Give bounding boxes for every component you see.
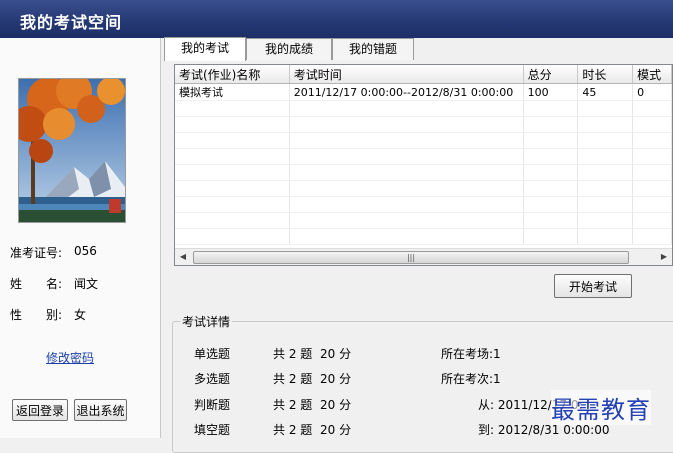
horizontal-scrollbar[interactable]: ◀ ||| ▶ — [175, 248, 672, 265]
watermark: 最需教育 — [551, 390, 651, 425]
table-row[interactable]: 模拟考试 2011/12/17 0:00:00--2012/8/31 0:00:… — [175, 83, 672, 101]
table-cell: 0 — [632, 83, 672, 101]
id-label: 准考证号: — [10, 246, 63, 260]
scroll-grip: ||| — [406, 253, 416, 262]
question-score: 20 分 — [320, 372, 352, 386]
question-count: 共 2 题 — [273, 372, 313, 386]
exam-room: 所在考场:1 — [441, 347, 501, 361]
profile-panel: 准考证号: 056 姓 名: 闻文 性 别: 女 修改密码 返回登录 退出系统 — [0, 38, 161, 438]
question-score: 20 分 — [320, 398, 352, 412]
table-cell: 45 — [577, 83, 634, 101]
change-password-link[interactable]: 修改密码 — [46, 349, 94, 366]
question-score: 20 分 — [320, 347, 352, 361]
gender-label: 性 别: — [10, 308, 63, 322]
question-count: 共 2 题 — [273, 423, 313, 437]
exam-details-title: 考试详情 — [180, 313, 233, 330]
question-type: 填空题 — [194, 423, 231, 437]
exam-list-table: 考试(作业)名称 考试时间 总分 时长 模式 模拟考试 2011/12/17 0… — [174, 64, 673, 266]
question-type: 判断题 — [194, 398, 231, 412]
question-type: 单选题 — [194, 347, 231, 361]
tab-my-exams[interactable]: 我的考试 — [164, 37, 246, 61]
question-count: 共 2 题 — [273, 398, 313, 412]
tab-my-scores[interactable]: 我的成绩 — [246, 38, 332, 60]
scroll-thumb[interactable]: ||| — [193, 251, 629, 264]
column-header[interactable]: 时长 — [577, 65, 634, 84]
name-value: 闻文 — [74, 277, 99, 291]
autumn-landscape-image — [19, 79, 125, 222]
column-header[interactable]: 总分 — [523, 65, 579, 84]
gender-value: 女 — [74, 308, 87, 322]
id-value: 056 — [74, 244, 97, 258]
column-header[interactable]: 考试时间 — [289, 65, 524, 84]
question-count: 共 2 题 — [273, 347, 313, 361]
name-label: 姓 名: — [10, 277, 63, 291]
scroll-right-icon[interactable]: ▶ — [658, 251, 670, 263]
scroll-left-icon[interactable]: ◀ — [177, 251, 189, 263]
exam-session: 所在考次:1 — [441, 372, 501, 386]
title-bar: 我的考试空间 — [0, 0, 673, 38]
window-title: 我的考试空间 — [20, 13, 123, 32]
tab-my-mistakes[interactable]: 我的错题 — [332, 38, 414, 60]
table-cell: 100 — [523, 83, 579, 101]
exit-system-button[interactable]: 退出系统 — [74, 399, 127, 421]
question-type: 多选题 — [194, 372, 231, 386]
start-exam-button[interactable]: 开始考试 — [554, 274, 632, 298]
column-header[interactable]: 模式 — [632, 65, 672, 84]
table-cell: 模拟考试 — [175, 83, 290, 101]
column-header[interactable]: 考试(作业)名称 — [175, 65, 290, 84]
table-cell: 2011/12/17 0:00:00--2012/8/31 0:00:00 — [289, 83, 524, 101]
table-header: 考试(作业)名称 考试时间 总分 时长 模式 — [175, 65, 672, 84]
profile-photo — [18, 78, 126, 223]
back-to-login-button[interactable]: 返回登录 — [12, 399, 68, 421]
question-score: 20 分 — [320, 423, 352, 437]
